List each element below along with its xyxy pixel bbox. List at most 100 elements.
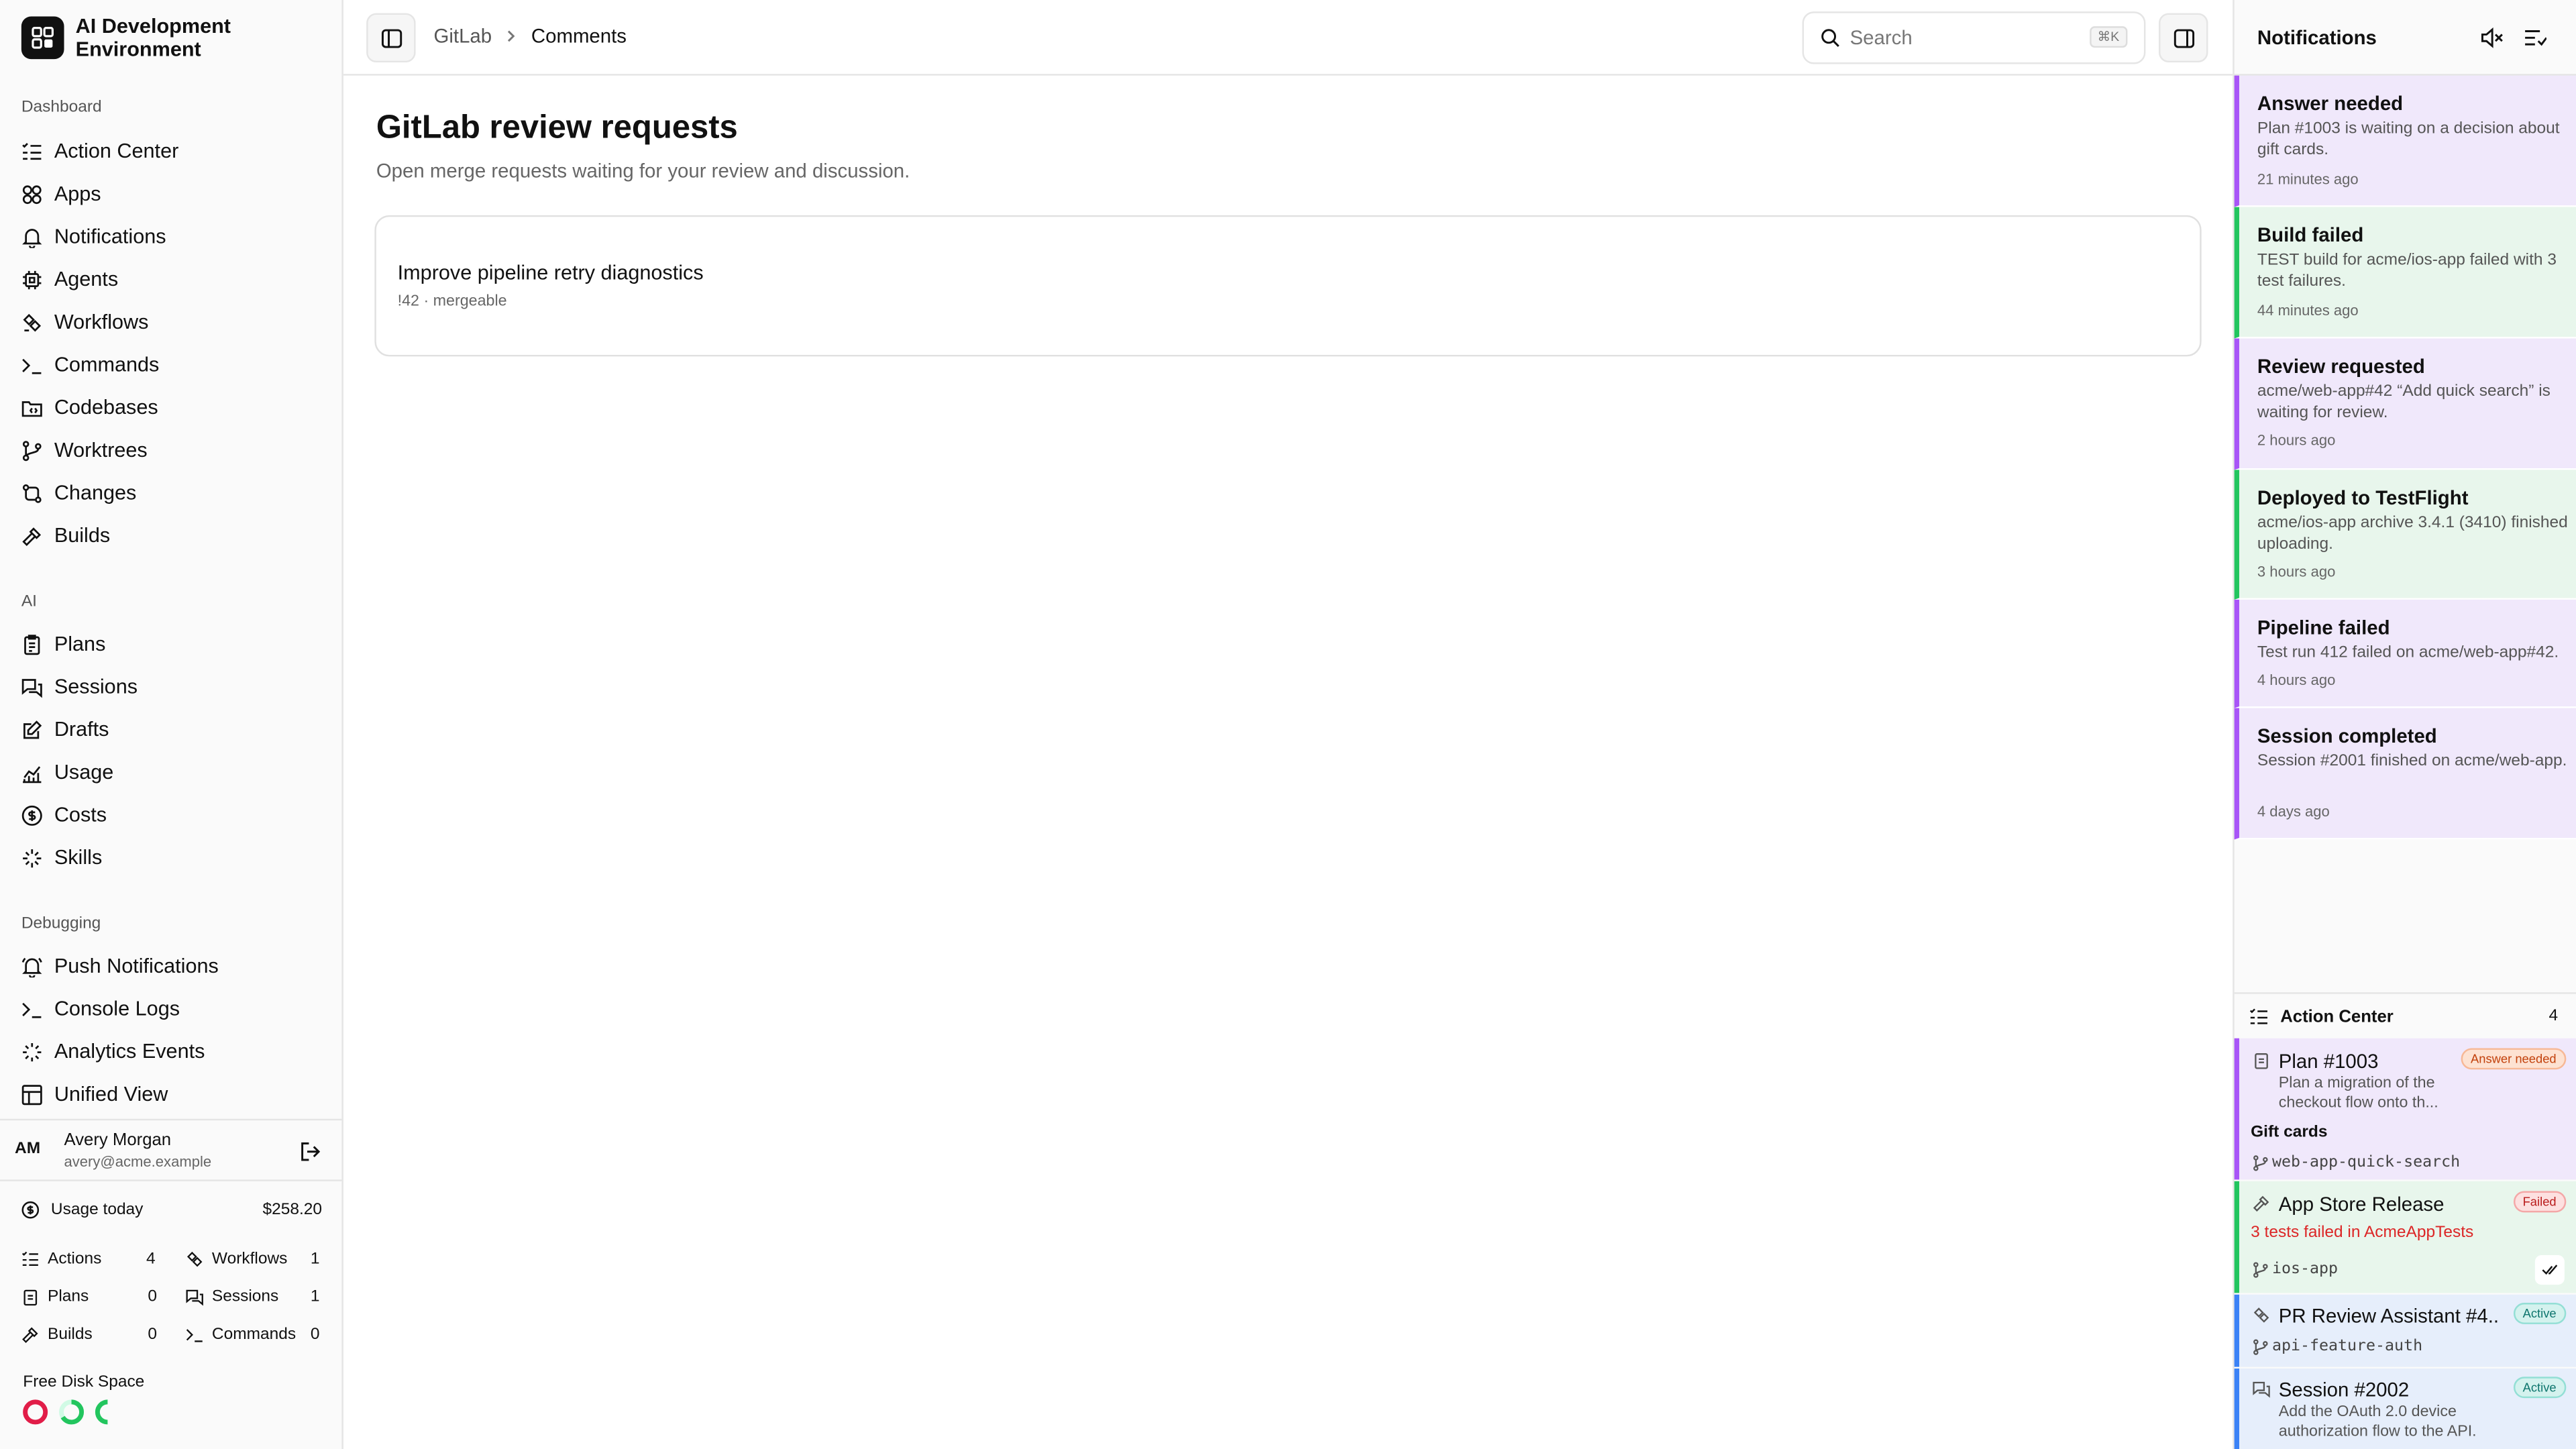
disk-ring-icon bbox=[95, 1399, 108, 1425]
check-double-icon bbox=[2542, 1265, 2558, 1275]
sidebar-item-agents[interactable]: Agents bbox=[21, 263, 325, 296]
notification-body: acme/ios-app archive 3.4.1 (3410) finish… bbox=[2257, 514, 2568, 554]
notification-title: Deployed to TestFlight bbox=[2257, 486, 2469, 510]
cpu-icon bbox=[23, 270, 42, 288]
toggle-sidebar-button[interactable] bbox=[366, 13, 416, 63]
usage-today: Usage today $258.20 bbox=[21, 1201, 322, 1219]
sidebar-item-label: Agents bbox=[54, 268, 119, 291]
sidebar-item-label: Unified View bbox=[54, 1082, 168, 1106]
mute-icon[interactable] bbox=[2481, 26, 2504, 49]
sidebar-item-changes[interactable]: Changes bbox=[21, 476, 325, 509]
action-card-description: Plan a migration of the checkout flow on… bbox=[2278, 1074, 2438, 1112]
sidebar-item-usage[interactable]: Usage bbox=[21, 756, 325, 789]
hammer-icon bbox=[22, 527, 42, 545]
status-badge: Failed bbox=[2512, 1191, 2567, 1213]
action-card-plan[interactable]: Plan #1003 Answer needed Plan a migratio… bbox=[2234, 1038, 2576, 1180]
notification-time: 3 hours ago bbox=[2257, 564, 2336, 580]
sidebar-item-label: Notifications bbox=[54, 225, 166, 248]
status-badge: Active bbox=[2512, 1377, 2567, 1399]
dollar-icon bbox=[21, 1201, 40, 1219]
sidebar-item-label: Costs bbox=[54, 803, 107, 826]
sidebar-item-apps[interactable]: Apps bbox=[21, 177, 325, 210]
notification-item[interactable]: Session completed Session #2001 finished… bbox=[2234, 708, 2576, 840]
action-card-session[interactable]: Session #2002 Active Add the OAuth 2.0 d… bbox=[2234, 1368, 2576, 1449]
hammer-icon bbox=[2253, 1195, 2269, 1212]
mark-all-read-icon[interactable] bbox=[2524, 26, 2546, 49]
chart-icon bbox=[23, 765, 42, 783]
sidebar-item-unified-view[interactable]: Unified View bbox=[21, 1078, 325, 1111]
sidebar-item-label: Worktrees bbox=[54, 438, 148, 462]
user-email: avery@acme.example bbox=[64, 1153, 212, 1170]
toggle-right-panel-button[interactable] bbox=[2158, 13, 2208, 63]
sidebar-item-codebases[interactable]: Codebases bbox=[21, 391, 325, 424]
sidebar-item-plans[interactable]: Plans bbox=[21, 628, 325, 661]
notification-item[interactable]: Deployed to TestFlight acme/ios-app arch… bbox=[2234, 470, 2576, 600]
clipboard-icon bbox=[2255, 1053, 2268, 1069]
notification-time: 2 hours ago bbox=[2257, 432, 2336, 449]
stat-value: 0 bbox=[148, 1325, 158, 1344]
avatar[interactable]: AM bbox=[15, 1140, 40, 1159]
git-branch-icon bbox=[2253, 1155, 2268, 1171]
merge-request-title[interactable]: Improve pipeline retry diagnostics bbox=[398, 261, 704, 284]
sidebar-item-action-center[interactable]: Action Center bbox=[21, 135, 325, 168]
sidebar-item-workflows[interactable]: Workflows bbox=[21, 306, 325, 339]
notification-item[interactable]: Answer needed Plan #1003 is waiting on a… bbox=[2234, 75, 2576, 207]
stat-value: 4 bbox=[146, 1249, 156, 1268]
hammer-icon bbox=[22, 1326, 38, 1342]
status-badge: Active bbox=[2512, 1303, 2567, 1324]
disk-ring-icon bbox=[23, 1399, 48, 1425]
notification-body: acme/web-app#42 “Add quick search” is wa… bbox=[2257, 382, 2551, 423]
notification-title: Build failed bbox=[2257, 223, 2364, 247]
sidebar-item-builds[interactable]: Builds bbox=[21, 519, 325, 552]
chat-icon bbox=[186, 1289, 203, 1305]
chat-icon bbox=[2253, 1381, 2270, 1398]
action-card-error: 3 tests failed in AcmeAppTests bbox=[2251, 1224, 2474, 1242]
action-card-workflow[interactable]: PR Review Assistant #4... Active api-fea… bbox=[2234, 1294, 2576, 1367]
notification-item[interactable]: Build failed TEST build for acme/ios-app… bbox=[2234, 207, 2576, 339]
sidebar-item-push-notifications[interactable]: Push Notifications bbox=[21, 950, 325, 983]
action-card-build[interactable]: App Store Release Failed 3 tests failed … bbox=[2234, 1181, 2576, 1293]
acknowledge-button[interactable] bbox=[2534, 1255, 2565, 1285]
sidebar-item-commands[interactable]: Commands bbox=[21, 348, 325, 381]
action-card-branch: web-app-quick-search bbox=[2271, 1153, 2461, 1172]
brand[interactable]: AI Development Environment bbox=[21, 15, 256, 61]
action-card-title: Session #2002 bbox=[2278, 1378, 2410, 1401]
stat-label: Sessions bbox=[211, 1287, 279, 1305]
merge-request-meta: !42 · mergeable bbox=[397, 292, 507, 311]
sidebar-toggle-icon bbox=[380, 28, 401, 48]
action-center-header[interactable]: Action Center 4 bbox=[2234, 992, 2576, 1038]
sidebar-item-label: Plans bbox=[54, 632, 106, 656]
sidebar-item-label: Workflows bbox=[54, 310, 149, 334]
notification-item[interactable]: Pipeline failed Test run 412 failed on a… bbox=[2234, 599, 2576, 708]
activity-icon bbox=[23, 1042, 42, 1061]
sidebar-item-console-logs[interactable]: Console Logs bbox=[21, 992, 325, 1025]
sidebar-item-skills[interactable]: Skills bbox=[21, 841, 325, 874]
stat-label: Plans bbox=[48, 1287, 89, 1305]
sidebar-item-worktrees[interactable]: Worktrees bbox=[21, 434, 325, 467]
sidebar-item-notifications[interactable]: Notifications bbox=[21, 220, 325, 253]
git-compare-icon bbox=[22, 483, 42, 502]
sidebar-item-label: Changes bbox=[54, 481, 137, 504]
section-title-ai: AI bbox=[21, 593, 37, 612]
sidebar-item-costs[interactable]: Costs bbox=[21, 798, 325, 831]
clipboard-icon bbox=[24, 633, 40, 655]
page-subtitle: Open merge requests waiting for your rev… bbox=[376, 159, 910, 182]
sidebar-item-drafts[interactable]: Drafts bbox=[21, 713, 325, 746]
user-profile: AM Avery Morgan avery@acme.example bbox=[0, 1118, 342, 1181]
sidebar-item-label: Usage bbox=[54, 760, 114, 784]
git-branch-icon bbox=[2253, 1339, 2268, 1355]
breadcrumb-item[interactable]: GitLab bbox=[434, 25, 492, 48]
merge-request-card[interactable]: Improve pipeline retry diagnostics !42 ·… bbox=[374, 215, 2202, 357]
action-card-branch: ios-app bbox=[2271, 1260, 2339, 1279]
list-check-icon bbox=[2249, 1008, 2267, 1024]
stat-builds: Builds bbox=[21, 1322, 93, 1345]
search-input[interactable]: Search ⌘K bbox=[1802, 11, 2146, 64]
list-check-icon bbox=[22, 142, 42, 159]
sidebar-item-label: Sessions bbox=[54, 675, 138, 698]
notification-item[interactable]: Review requested acme/web-app#42 “Add qu… bbox=[2234, 338, 2576, 470]
sidebar-item-sessions[interactable]: Sessions bbox=[21, 670, 325, 703]
logout-icon[interactable] bbox=[299, 1140, 322, 1163]
usage-label: Usage today bbox=[50, 1201, 144, 1220]
layout-icon bbox=[21, 1084, 42, 1105]
sidebar-item-analytics-events[interactable]: Analytics Events bbox=[21, 1035, 325, 1068]
